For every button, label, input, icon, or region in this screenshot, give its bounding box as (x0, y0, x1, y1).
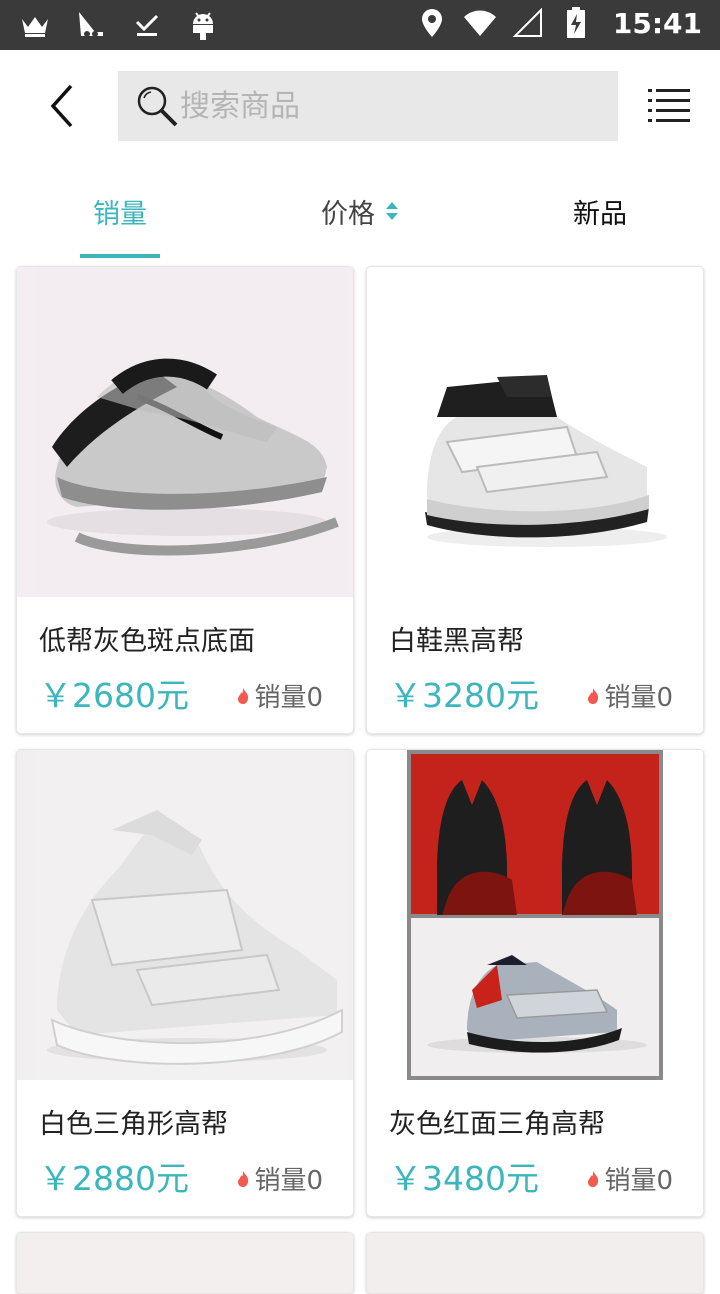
search-input[interactable] (180, 81, 600, 131)
product-image (17, 1233, 353, 1293)
product-price: ￥3480元 (389, 1159, 539, 1198)
back-button[interactable] (30, 74, 94, 138)
search-icon (134, 83, 180, 129)
product-image (367, 750, 703, 1080)
tab-new[interactable]: 新品 (520, 162, 680, 260)
wifi-icon (463, 6, 497, 40)
top-bar (0, 50, 720, 162)
product-price: ￥2880元 (39, 1159, 189, 1198)
product-price: ￥2680元 (39, 676, 189, 715)
product-card[interactable]: 灰色红面三角高帮 ￥3480元 销量0 (366, 749, 704, 1217)
chevron-left-icon (50, 84, 73, 128)
product-sales-text: 销量0 (254, 1166, 323, 1196)
status-time: 15:41 (612, 6, 702, 40)
tab-new-label: 新品 (573, 198, 627, 230)
sort-arrows-icon (385, 199, 399, 223)
battery-charging-icon (559, 6, 593, 40)
product-sales: 销量0 (586, 677, 673, 714)
product-sales-text: 销量0 (604, 683, 673, 713)
active-tab-indicator (80, 254, 160, 258)
android-icon (186, 8, 220, 42)
search-bar[interactable] (118, 71, 618, 141)
product-image (17, 267, 353, 597)
product-name: 白色三角形高帮 (39, 1109, 228, 1140)
list-menu-icon (648, 89, 690, 122)
signal-icon (511, 6, 545, 40)
product-name: 低帮灰色斑点底面 (39, 626, 255, 657)
product-image (367, 267, 703, 597)
product-sales: 销量0 (236, 677, 323, 714)
product-card[interactable]: 白鞋黑高帮 ￥3280元 销量0 (366, 266, 704, 734)
product-image (367, 1233, 703, 1293)
product-sales: 销量0 (236, 1160, 323, 1197)
download-done-icon (130, 8, 164, 42)
notification-icon (74, 8, 108, 42)
product-card[interactable]: 低帮灰色斑点底面 ￥2680元 销量0 (16, 266, 354, 734)
product-name: 灰色红面三角高帮 (389, 1109, 605, 1140)
product-card[interactable] (366, 1232, 704, 1294)
product-sales: 销量0 (586, 1160, 673, 1197)
product-card[interactable]: 白色三角形高帮 ￥2880元 销量0 (16, 749, 354, 1217)
tab-sales[interactable]: 销量 (40, 162, 200, 260)
product-sales-text: 销量0 (604, 1166, 673, 1196)
menu-button[interactable] (640, 84, 696, 128)
flame-icon (588, 1170, 599, 1187)
crown-icon (18, 8, 52, 42)
flame-icon (238, 687, 249, 704)
status-bar: 15:41 (0, 0, 720, 50)
sort-tabs: 销量 价格 新品 (0, 162, 720, 260)
flame-icon (238, 1170, 249, 1187)
product-card[interactable] (16, 1232, 354, 1294)
location-icon (415, 6, 449, 40)
product-image (17, 750, 353, 1080)
tab-sales-label: 销量 (93, 198, 147, 230)
product-name: 白鞋黑高帮 (389, 626, 524, 657)
product-price: ￥3280元 (389, 676, 539, 715)
tab-price[interactable]: 价格 (280, 162, 440, 260)
flame-icon (588, 687, 599, 704)
product-sales-text: 销量0 (254, 683, 323, 713)
tab-price-label: 价格 (321, 198, 375, 230)
